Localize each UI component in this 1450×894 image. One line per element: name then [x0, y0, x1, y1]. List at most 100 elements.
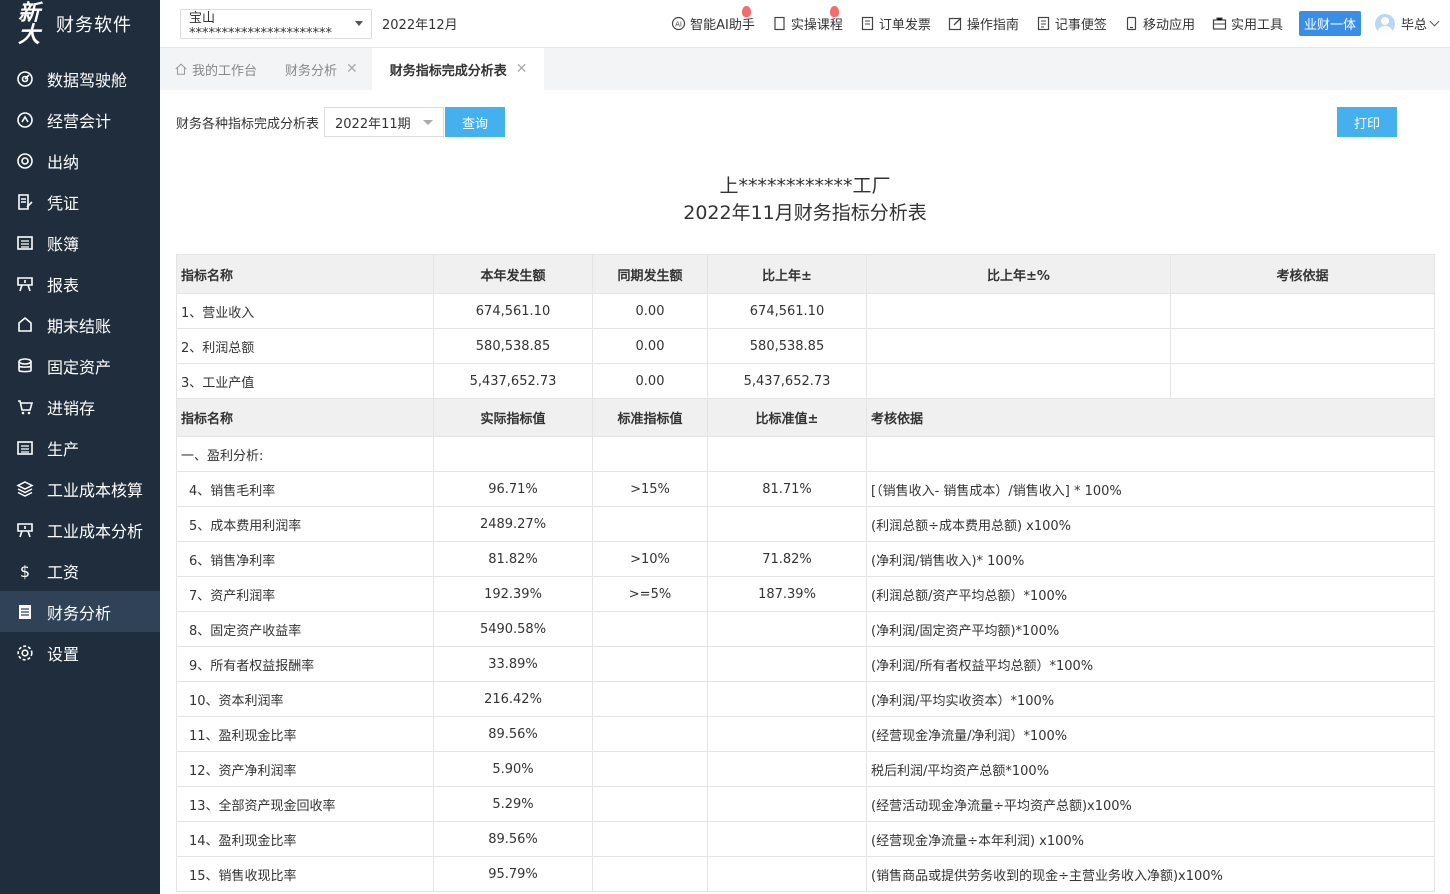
table-row: 6、销售净利率 81.82% >10% 71.82% (净利润/销售收入)* 100%	[176, 541, 1435, 577]
table-cell	[433, 436, 593, 472]
sidebar-item[interactable]: 工业成本核算	[0, 468, 160, 509]
cashier-icon	[16, 152, 34, 170]
table-cell: 33.89%	[433, 646, 593, 682]
ai-icon: AI	[672, 16, 686, 31]
sidebar-item-label: 出纳	[47, 152, 80, 172]
table-row: 7、资产利润率 192.39% >=5% 187.39% (利润总额/资产平均总额）*1…	[176, 576, 1435, 612]
filter-label: 财务各种指标完成分析表	[176, 116, 320, 132]
table-cell	[707, 786, 867, 822]
sidebar-item-label: 固定资产	[47, 357, 112, 377]
caret-down-icon	[355, 21, 363, 26]
sidebar-item[interactable]: 凭证	[0, 181, 160, 222]
indicator-table: 指标名称 本年发生额 同期发生额 比上年± 比上年±% 考核依据 1、营业收入 674,561…	[176, 254, 1435, 892]
report-icon	[16, 275, 34, 293]
report-title: 2022年11月财务指标分析表	[683, 202, 927, 224]
table-cell: 14、盈利现金比率	[176, 821, 434, 857]
table-row: 4、销售毛利率 96.71% >15% 81.71% [（销售收入- 销售成本）/销售收…	[176, 471, 1435, 507]
table-cell: 0.00	[592, 363, 708, 399]
table-cell	[592, 506, 708, 542]
close-icon[interactable]: ✕	[516, 61, 528, 77]
top-menu-label: 订单发票	[878, 18, 931, 33]
sidebar-item[interactable]: 固定资产	[0, 345, 160, 386]
sidebar-item[interactable]: 出纳	[0, 140, 160, 181]
top-menu-guide[interactable]: 操作指南	[948, 14, 1019, 33]
top-menu-tools[interactable]: 实用工具	[1212, 14, 1283, 33]
top-menu-order-invoice[interactable]: 订单发票	[860, 14, 931, 33]
table-cell: 216.42%	[433, 681, 593, 717]
table-cell	[707, 856, 867, 892]
cart-icon	[16, 398, 34, 416]
app-logo[interactable]: 新大 财务软件	[0, 0, 160, 48]
table-cell	[707, 751, 867, 787]
sidebar-item[interactable]: 进销存	[0, 386, 160, 427]
sidebar-item[interactable]: 设置	[0, 632, 160, 673]
mobile-icon	[1126, 16, 1137, 31]
column-header: 考核依据	[1170, 254, 1435, 294]
sidebar-item[interactable]: 数据驾驶舱	[0, 58, 160, 99]
table-cell: 580,538.85	[707, 328, 867, 364]
period-select[interactable]: 2022年11期	[324, 107, 445, 137]
filter-bar: 财务各种指标完成分析表 2022年11期 查询	[176, 107, 506, 137]
table-cell	[866, 363, 1171, 399]
report-heading: 上************工厂 2022年11月财务指标分析表	[160, 174, 1450, 226]
avatar	[1374, 13, 1395, 34]
table-cell	[707, 506, 867, 542]
table-row: 13、全部资产现金回收率 5.29% (经营活动现金净流量÷平均资产总额)x100%	[176, 786, 1435, 822]
sidebar-item[interactable]: 期末结账	[0, 304, 160, 345]
app-name: 财务软件	[56, 15, 132, 36]
sidebar-item[interactable]: 财务分析	[0, 591, 160, 632]
top-menu-ai-assistant[interactable]: AI 智能AI助手	[671, 6, 755, 33]
sidebar-item[interactable]: 账簿	[0, 222, 160, 263]
top-menu-mobile-app[interactable]: 移动应用	[1124, 14, 1195, 33]
closing-icon	[16, 316, 34, 334]
invoice-icon	[861, 16, 873, 31]
tab-indicator-report[interactable]: 财务指标完成分析表 ✕	[371, 48, 544, 90]
table-cell: 12、资产净利润率	[176, 751, 434, 787]
table-cell	[1170, 363, 1435, 399]
sidebar-item[interactable]: 工业成本分析	[0, 509, 160, 550]
table-cell: 0.00	[592, 328, 708, 364]
table-cell: 95.79%	[433, 856, 593, 892]
table-cell: 89.56%	[433, 821, 593, 857]
table-row: 14、盈利现金比率 89.56% (经营现金净流量÷本年利润) x100%	[176, 821, 1435, 857]
table-row: 15、销售收现比率 95.79% (销售商品或提供劳务收到的现金÷主营业务收入净额)…	[176, 856, 1435, 892]
assets-icon	[16, 357, 34, 375]
close-icon[interactable]: ✕	[346, 61, 358, 77]
user-menu[interactable]: 毕总	[1374, 13, 1440, 34]
table-cell: 7、资产利润率	[176, 576, 434, 612]
table-cell: 10、资本利润率	[176, 681, 434, 717]
chevron-down-icon	[1429, 16, 1440, 27]
sidebar-item[interactable]: $ 工资	[0, 550, 160, 591]
dashboard-icon	[16, 70, 34, 88]
tab-bar: 我的工作台 财务分析 ✕ 财务指标完成分析表 ✕	[160, 48, 1450, 90]
table-cell	[592, 681, 708, 717]
table-cell: 674,561.10	[433, 293, 593, 329]
tab-finance-analysis[interactable]: 财务分析 ✕	[271, 48, 372, 90]
query-button[interactable]: 查询	[445, 107, 506, 137]
table-cell: 71.82%	[707, 541, 867, 577]
top-menu-notes[interactable]: 记事便签	[1036, 14, 1107, 33]
table-row: 12、资产净利润率 5.90% 税后利润/平均资产总额*100%	[176, 751, 1435, 787]
sidebar-item-label: 工资	[47, 562, 80, 582]
table-cell: (净利润/平均实收资本）*100%	[866, 681, 1435, 717]
caret-down-icon	[423, 119, 434, 125]
biz-integration-button[interactable]: 业财一体	[1298, 11, 1361, 36]
sidebar-item[interactable]: 生产	[0, 427, 160, 468]
table-cell: (经营活动现金净流量÷平均资产总额)x100%	[866, 786, 1435, 822]
table-cell: 5.90%	[433, 751, 593, 787]
table-cell	[707, 716, 867, 752]
table-row: 3、工业产值 5,437,652.73 0.00 5,437,652.73	[176, 363, 1435, 399]
sidebar-item-label: 进销存	[47, 398, 96, 418]
sidebar-item[interactable]: 经营会计	[0, 99, 160, 140]
top-menu-courses[interactable]: 实操课程	[772, 6, 843, 33]
column-header: 标准指标值	[592, 398, 708, 437]
table-cell	[592, 821, 708, 857]
top-menu-label: 实用工具	[1230, 18, 1283, 33]
print-button[interactable]: 打印	[1337, 107, 1397, 137]
company-select[interactable]: 宝山**********************	[180, 8, 372, 41]
table-row: 10、资本利润率 216.42% (净利润/平均实收资本）*100%	[176, 681, 1435, 717]
sidebar-item[interactable]: 报表	[0, 263, 160, 304]
tab-workbench[interactable]: 我的工作台	[160, 48, 271, 90]
sidebar-item-label: 凭证	[47, 193, 80, 213]
table-cell: 1、营业收入	[176, 293, 434, 329]
